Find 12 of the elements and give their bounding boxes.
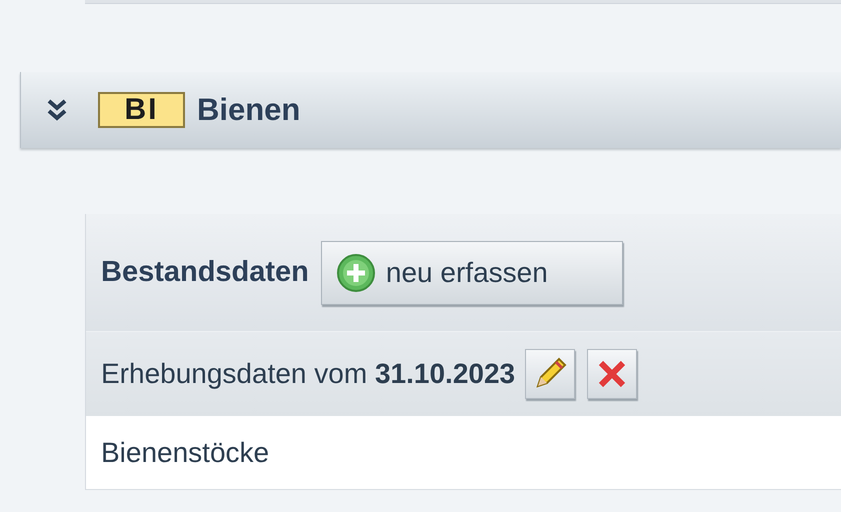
section-header[interactable]: BI Bienen (20, 72, 841, 148)
edit-button[interactable] (525, 349, 576, 399)
badge: BI (98, 92, 185, 128)
record-date-label: Erhebungsdaten vom 31.10.2023 (101, 357, 516, 391)
close-icon (597, 359, 628, 389)
double-chevron-icon[interactable] (46, 98, 68, 122)
add-button[interactable]: neu erfassen (320, 240, 623, 304)
row-label: Bienenstöcke (101, 436, 270, 470)
section-title: Bienen (197, 90, 300, 129)
delete-button[interactable] (587, 349, 638, 399)
plus-icon (336, 252, 376, 292)
card-title: Bestandsdaten (101, 254, 309, 290)
